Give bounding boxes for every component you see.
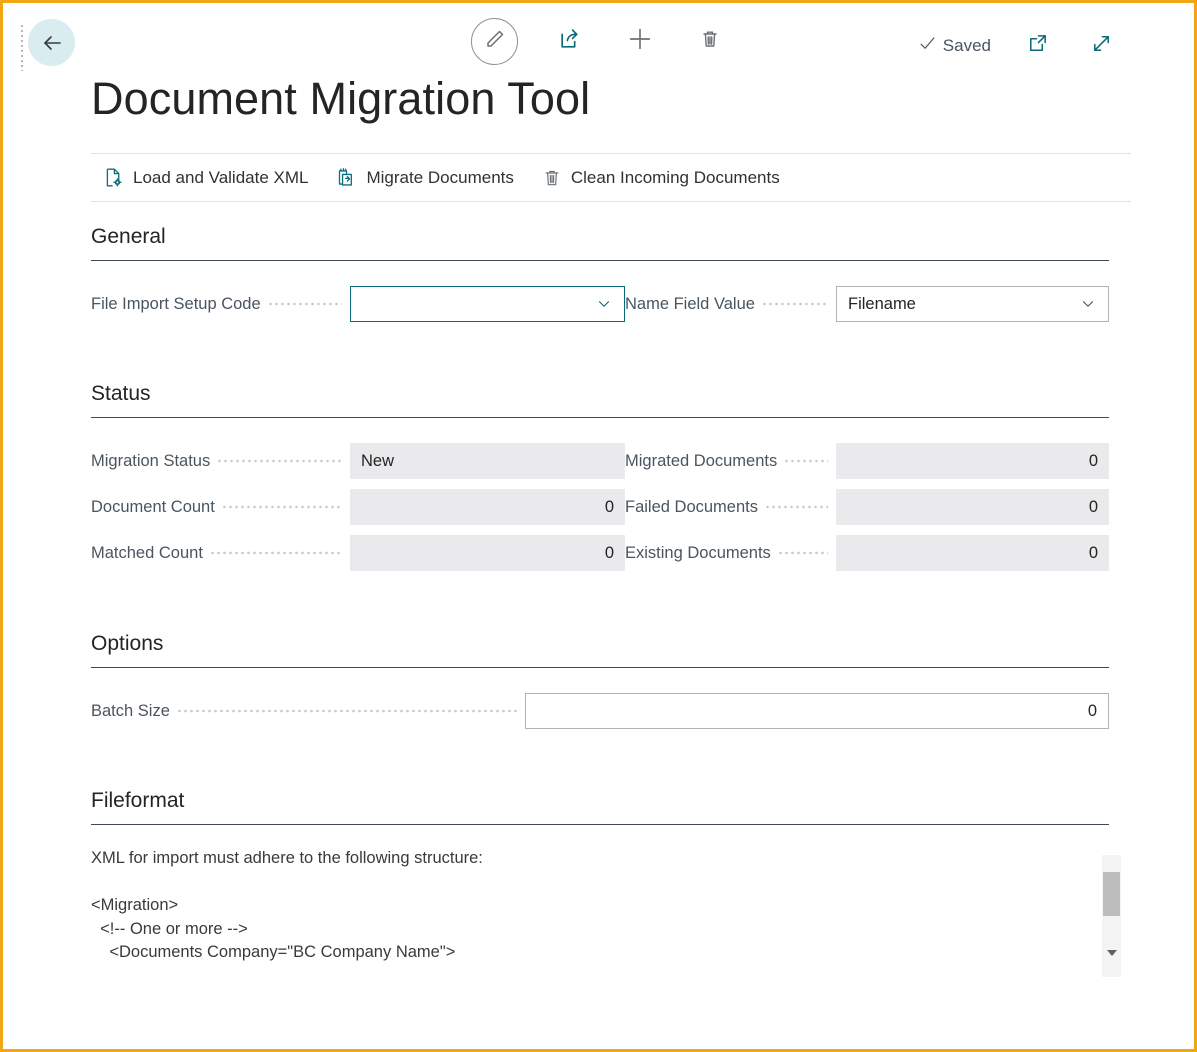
ribbon-item-label: Migrate Documents [366, 168, 513, 188]
field-migrated-documents: Migrated Documents 0 [625, 443, 1109, 479]
back-button[interactable] [28, 19, 75, 66]
check-icon [918, 34, 937, 58]
dotted-leader [269, 297, 342, 311]
field-existing-documents: Existing Documents 0 [625, 535, 1109, 571]
section-title: Options [91, 632, 1109, 668]
top-command-bar: Saved [6, 6, 1191, 76]
document-arrow-icon [336, 167, 357, 188]
field-value: 0 [1089, 498, 1098, 517]
field-label: Name Field Value [625, 295, 755, 314]
dotted-leader [785, 454, 828, 468]
field-row: Batch Size 0 [91, 688, 1109, 734]
edit-button[interactable] [471, 18, 518, 65]
section-options: Options Batch Size 0 [91, 632, 1109, 734]
field-label: Matched Count [91, 544, 203, 563]
field-row: Matched Count 0 Existing Documents 0 [91, 530, 1109, 576]
document-gear-icon [103, 167, 124, 188]
open-new-window-icon [1026, 32, 1049, 60]
section-status: Status Migration Status New Migrated Doc… [91, 382, 1109, 576]
back-arrow-icon [40, 31, 64, 55]
chevron-down-icon[interactable] [1079, 295, 1097, 313]
field-value: Filename [848, 295, 916, 314]
ribbon-item-clean-incoming-documents[interactable]: Clean Incoming Documents [542, 168, 780, 188]
field-label: Document Count [91, 498, 215, 517]
open-in-new-window-button[interactable] [1019, 28, 1055, 64]
share-icon [558, 27, 583, 57]
field-label: Existing Documents [625, 544, 771, 563]
center-actions-group [471, 18, 728, 65]
field-value: 0 [1088, 702, 1097, 721]
field-label: Batch Size [91, 702, 170, 721]
expand-button[interactable] [1083, 28, 1119, 64]
matched-count-value: 0 [350, 535, 625, 571]
new-button[interactable] [622, 24, 658, 60]
existing-documents-value: 0 [836, 535, 1109, 571]
fileformat-scrollbar[interactable] [1102, 855, 1121, 977]
failed-documents-value: 0 [836, 489, 1109, 525]
field-label: Migrated Documents [625, 452, 777, 471]
migration-status-value: New [350, 443, 625, 479]
field-batch-size: Batch Size 0 [91, 693, 1109, 729]
pencil-icon [483, 27, 507, 56]
field-row: File Import Setup Code Name Field Value [91, 281, 1109, 327]
migrated-documents-value: 0 [836, 443, 1109, 479]
fileformat-text: XML for import must adhere to the follow… [91, 847, 1109, 965]
action-ribbon: Load and Validate XML Migrate Documents [91, 153, 1131, 202]
trash-icon [698, 27, 722, 56]
field-row: Document Count 0 Failed Documents 0 [91, 484, 1109, 530]
plus-icon [626, 25, 654, 58]
saved-label: Saved [943, 36, 991, 56]
dotted-leader [779, 546, 828, 560]
ribbon-item-load-and-validate-xml[interactable]: Load and Validate XML [103, 167, 308, 188]
field-value: New [361, 452, 394, 471]
fileformat-body: XML for import must adhere to the follow… [91, 847, 1109, 977]
section-title: Status [91, 382, 1109, 418]
dotted-leader [218, 454, 342, 468]
name-field-value-input[interactable]: Filename [836, 286, 1109, 322]
scroll-down-icon[interactable] [1107, 953, 1117, 977]
field-value: 0 [1089, 544, 1098, 563]
field-label: Migration Status [91, 452, 210, 471]
ribbon-item-label: Load and Validate XML [133, 168, 308, 188]
page-title: Document Migration Tool [91, 73, 590, 125]
field-row: Migration Status New Migrated Documents … [91, 438, 1109, 484]
chevron-down-icon[interactable] [595, 295, 613, 313]
document-count-value: 0 [350, 489, 625, 525]
section-fileformat: Fileformat XML for import must adhere to… [91, 789, 1109, 977]
field-file-import-setup-code: File Import Setup Code [91, 286, 625, 322]
saved-status: Saved [918, 34, 991, 58]
field-matched-count: Matched Count 0 [91, 535, 625, 571]
field-migration-status: Migration Status New [91, 443, 625, 479]
field-value: 0 [605, 498, 614, 517]
ribbon-item-migrate-documents[interactable]: Migrate Documents [336, 167, 513, 188]
scrollbar-thumb[interactable] [1103, 872, 1120, 916]
batch-size-input[interactable]: 0 [525, 693, 1109, 729]
section-title: General [91, 225, 1109, 261]
dotted-leader [178, 704, 517, 718]
field-name-field-value: Name Field Value Filename [625, 286, 1109, 322]
dotted-leader [223, 500, 342, 514]
section-title: Fileformat [91, 789, 1109, 825]
field-failed-documents: Failed Documents 0 [625, 489, 1109, 525]
share-button[interactable] [552, 24, 588, 60]
right-actions-group: Saved [918, 28, 1119, 64]
expand-arrows-icon [1090, 32, 1113, 60]
ribbon-item-label: Clean Incoming Documents [571, 168, 780, 188]
field-value: 0 [1089, 452, 1098, 471]
field-label: Failed Documents [625, 498, 758, 517]
trash-icon [542, 168, 562, 188]
dotted-leader [766, 500, 828, 514]
file-import-setup-code-input[interactable] [350, 286, 625, 322]
delete-button[interactable] [692, 24, 728, 60]
section-general: General File Import Setup Code [91, 225, 1109, 327]
app-window: Saved [0, 0, 1197, 1052]
dotted-leader [211, 546, 342, 560]
dotted-leader [763, 297, 828, 311]
field-document-count: Document Count 0 [91, 489, 625, 525]
field-value: 0 [605, 544, 614, 563]
field-label: File Import Setup Code [91, 295, 261, 314]
